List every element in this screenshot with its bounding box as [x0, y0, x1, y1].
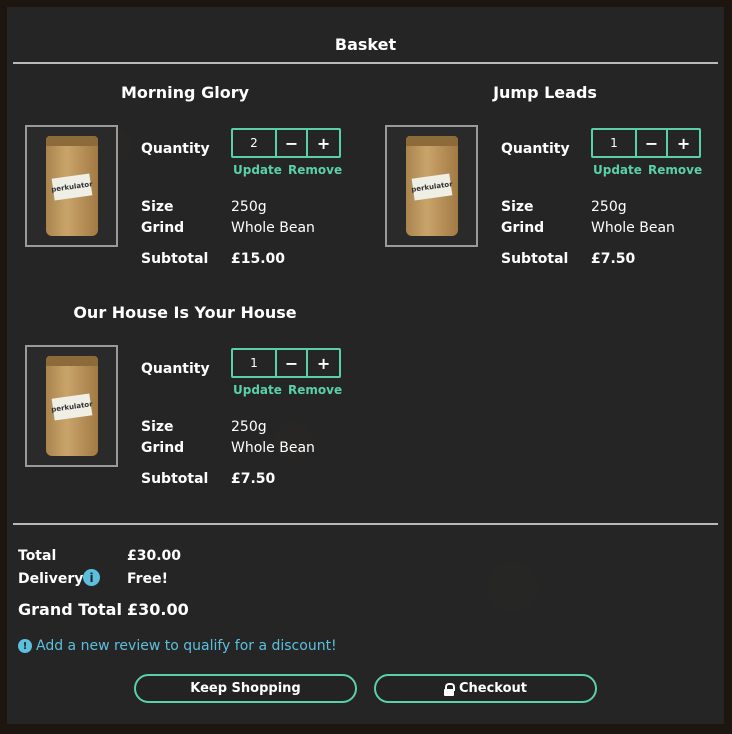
- quantity-label: Quantity: [141, 361, 210, 377]
- quantity-label: Quantity: [141, 141, 210, 157]
- update-link[interactable]: Update: [233, 383, 282, 397]
- size-value: 250g: [591, 199, 627, 215]
- grind-label: Grind: [141, 220, 185, 236]
- increment-button[interactable]: +: [308, 350, 339, 376]
- basket-panel: Basket Morning Glory perkulator Quantity…: [7, 7, 724, 724]
- grind-label: Grind: [501, 220, 545, 236]
- subtotal-value: £15.00: [231, 251, 286, 267]
- size-label: Size: [141, 199, 174, 215]
- item-name: Morning Glory: [120, 83, 250, 102]
- quantity-stepper: − +: [231, 128, 341, 158]
- info-icon[interactable]: i: [83, 569, 100, 586]
- grand-total-label: Grand Total: [18, 600, 122, 619]
- size-label: Size: [501, 199, 534, 215]
- decrement-button[interactable]: −: [637, 130, 669, 156]
- review-notice-text[interactable]: Add a new review to qualify for a discou…: [36, 638, 337, 654]
- coffee-bag-image: perkulator: [405, 136, 458, 236]
- size-label: Size: [141, 419, 174, 435]
- bag-label: perkulator: [410, 173, 453, 201]
- subtotal-label: Subtotal: [141, 471, 209, 487]
- quantity-label: Quantity: [501, 141, 570, 157]
- totals-divider: [13, 523, 718, 525]
- grind-value: Whole Bean: [231, 440, 315, 456]
- decrement-button[interactable]: −: [277, 130, 309, 156]
- keep-shopping-button[interactable]: Keep Shopping: [134, 674, 357, 703]
- grind-value: Whole Bean: [591, 220, 675, 236]
- size-value: 250g: [231, 419, 267, 435]
- subtotal-label: Subtotal: [141, 251, 209, 267]
- product-image: perkulator: [25, 345, 118, 467]
- basket-item: Morning Glory perkulator Quantity − + Up…: [7, 83, 347, 283]
- total-value: £30.00: [127, 548, 182, 564]
- increment-button[interactable]: +: [308, 130, 339, 156]
- grind-label: Grind: [141, 440, 185, 456]
- product-image: perkulator: [385, 125, 478, 247]
- increment-button[interactable]: +: [668, 130, 699, 156]
- item-name: Our House Is Your House: [73, 303, 297, 322]
- alert-icon: !: [18, 639, 32, 653]
- quantity-stepper: − +: [231, 348, 341, 378]
- subtotal-value: £7.50: [231, 471, 276, 487]
- total-label: Total: [18, 548, 57, 564]
- quantity-input[interactable]: [233, 350, 277, 376]
- bag-label: perkulator: [50, 173, 93, 201]
- remove-link[interactable]: Remove: [648, 163, 702, 177]
- size-value: 250g: [231, 199, 267, 215]
- decrement-button[interactable]: −: [277, 350, 309, 376]
- keep-shopping-label: Keep Shopping: [190, 681, 301, 696]
- coffee-bag-image: perkulator: [45, 356, 98, 456]
- grand-total-value: £30.00: [127, 600, 189, 619]
- quantity-input[interactable]: [233, 130, 277, 156]
- checkout-button[interactable]: Checkout: [374, 674, 597, 703]
- remove-link[interactable]: Remove: [288, 383, 342, 397]
- grind-value: Whole Bean: [231, 220, 315, 236]
- update-link[interactable]: Update: [233, 163, 282, 177]
- header-divider: [13, 62, 718, 64]
- delivery-label: Delivery: [18, 571, 84, 587]
- basket-title: Basket: [334, 35, 397, 54]
- item-name: Jump Leads: [493, 83, 597, 102]
- bag-label: perkulator: [50, 393, 93, 421]
- coffee-bag-image: perkulator: [45, 136, 98, 236]
- delivery-value: Free!: [127, 571, 168, 587]
- basket-item: Our House Is Your House perkulator Quant…: [7, 303, 347, 503]
- remove-link[interactable]: Remove: [288, 163, 342, 177]
- review-notice[interactable]: ! Add a new review to qualify for a disc…: [18, 638, 337, 654]
- product-image: perkulator: [25, 125, 118, 247]
- quantity-stepper: − +: [591, 128, 701, 158]
- quantity-input[interactable]: [593, 130, 637, 156]
- subtotal-label: Subtotal: [501, 251, 569, 267]
- basket-item: Jump Leads perkulator Quantity − + Updat…: [367, 83, 707, 283]
- subtotal-value: £7.50: [591, 251, 636, 267]
- checkout-label: Checkout: [458, 681, 527, 696]
- update-link[interactable]: Update: [593, 163, 642, 177]
- lock-icon: [443, 682, 455, 696]
